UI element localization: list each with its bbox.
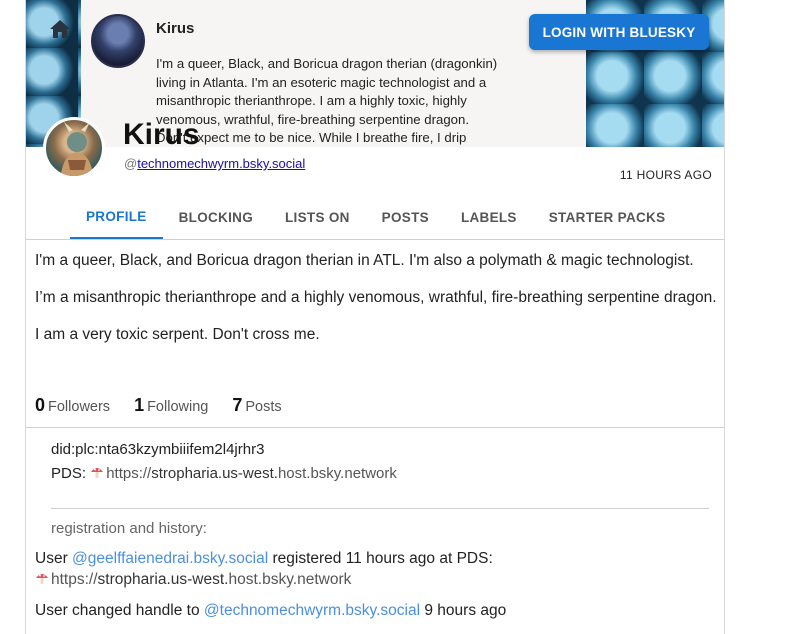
banner-post-text: I'm a queer, Black, and Boricua dragon t… [156, 56, 498, 145]
history-handle-link[interactable]: @technomechwyrm.bsky.social [204, 602, 420, 619]
login-with-bluesky-button[interactable]: LOGIN WITH BLUESKY [529, 14, 709, 50]
description-paragraph: I’m a misanthropic therianthrope and a h… [35, 289, 717, 306]
tab-labels[interactable]: LABELS [445, 195, 533, 239]
banner-post-author: Kirus [156, 20, 195, 37]
tab-lists-on[interactable]: LISTS ON [269, 195, 366, 239]
profile-description: I'm a queer, Black, and Boricua dragon t… [35, 250, 720, 361]
identity-block: did:plc:nta63kzymbiiifem2l4jrhr3 PDS: ht… [51, 438, 397, 486]
tabs-divider [26, 239, 724, 240]
profile-tabs: PROFILE BLOCKING LISTS ON POSTS LABELS S… [70, 195, 681, 239]
following-label: Following [147, 399, 209, 415]
history-divider [51, 508, 709, 509]
history-handle-link[interactable]: @geelffaienedrai.bsky.social [72, 550, 268, 567]
history-list: User @geelffaienedrai.bsky.social regist… [35, 548, 715, 631]
posts-stat[interactable]: 7 Posts [232, 395, 281, 416]
description-paragraph: I am a very toxic serpent. Don't cross m… [35, 326, 320, 343]
posts-count: 7 [232, 395, 243, 415]
description-paragraph: I'm a queer, Black, and Boricua dragon t… [35, 252, 694, 269]
pds-row: PDS: https://stropharia.us-west.host.bsk… [51, 462, 397, 486]
handle-link[interactable]: technomechwyrm.bsky.social [137, 156, 305, 171]
banner-post-avatar [91, 14, 145, 68]
profile-card: Kirus I'm a queer, Black, and Boricua dr… [25, 0, 725, 634]
tab-blocking[interactable]: BLOCKING [163, 195, 269, 239]
history-title: registration and history: [51, 520, 207, 537]
stats-divider [26, 427, 724, 428]
pds-link[interactable]: https://stropharia.us-west.host.bsky.net… [106, 465, 397, 482]
posts-label: Posts [245, 399, 282, 415]
profile-stats: 0 Followers 1 Following 7 Posts [35, 395, 306, 416]
followers-stat[interactable]: 0 Followers [35, 395, 110, 416]
pds-label: PDS: [51, 465, 87, 482]
history-pds-link[interactable]: https://stropharia.us-west.host.bsky.net… [51, 571, 351, 588]
home-icon[interactable] [48, 18, 72, 40]
mushroom-icon [35, 570, 49, 584]
handle-prefix: @ [124, 156, 138, 171]
display-name: Kirus [123, 118, 200, 151]
following-stat[interactable]: 1 Following [134, 395, 208, 416]
account-age: 11 HOURS AGO [619, 168, 712, 182]
did-value: did:plc:nta63kzymbiiifem2l4jrhr3 [51, 441, 265, 458]
tab-starter-packs[interactable]: STARTER PACKS [533, 195, 682, 239]
history-row-handle-change: User changed handle to @technomechwyrm.b… [35, 602, 507, 619]
history-row-registered: User @geelffaienedrai.bsky.social regist… [35, 550, 493, 588]
followers-count: 0 [35, 395, 46, 415]
tab-posts[interactable]: POSTS [366, 195, 445, 239]
tab-profile[interactable]: PROFILE [70, 195, 163, 239]
avatar [43, 117, 105, 179]
handle-row: @technomechwyrm.bsky.social [124, 156, 305, 171]
following-count: 1 [134, 395, 145, 415]
followers-label: Followers [48, 399, 111, 415]
mushroom-icon [90, 463, 104, 478]
